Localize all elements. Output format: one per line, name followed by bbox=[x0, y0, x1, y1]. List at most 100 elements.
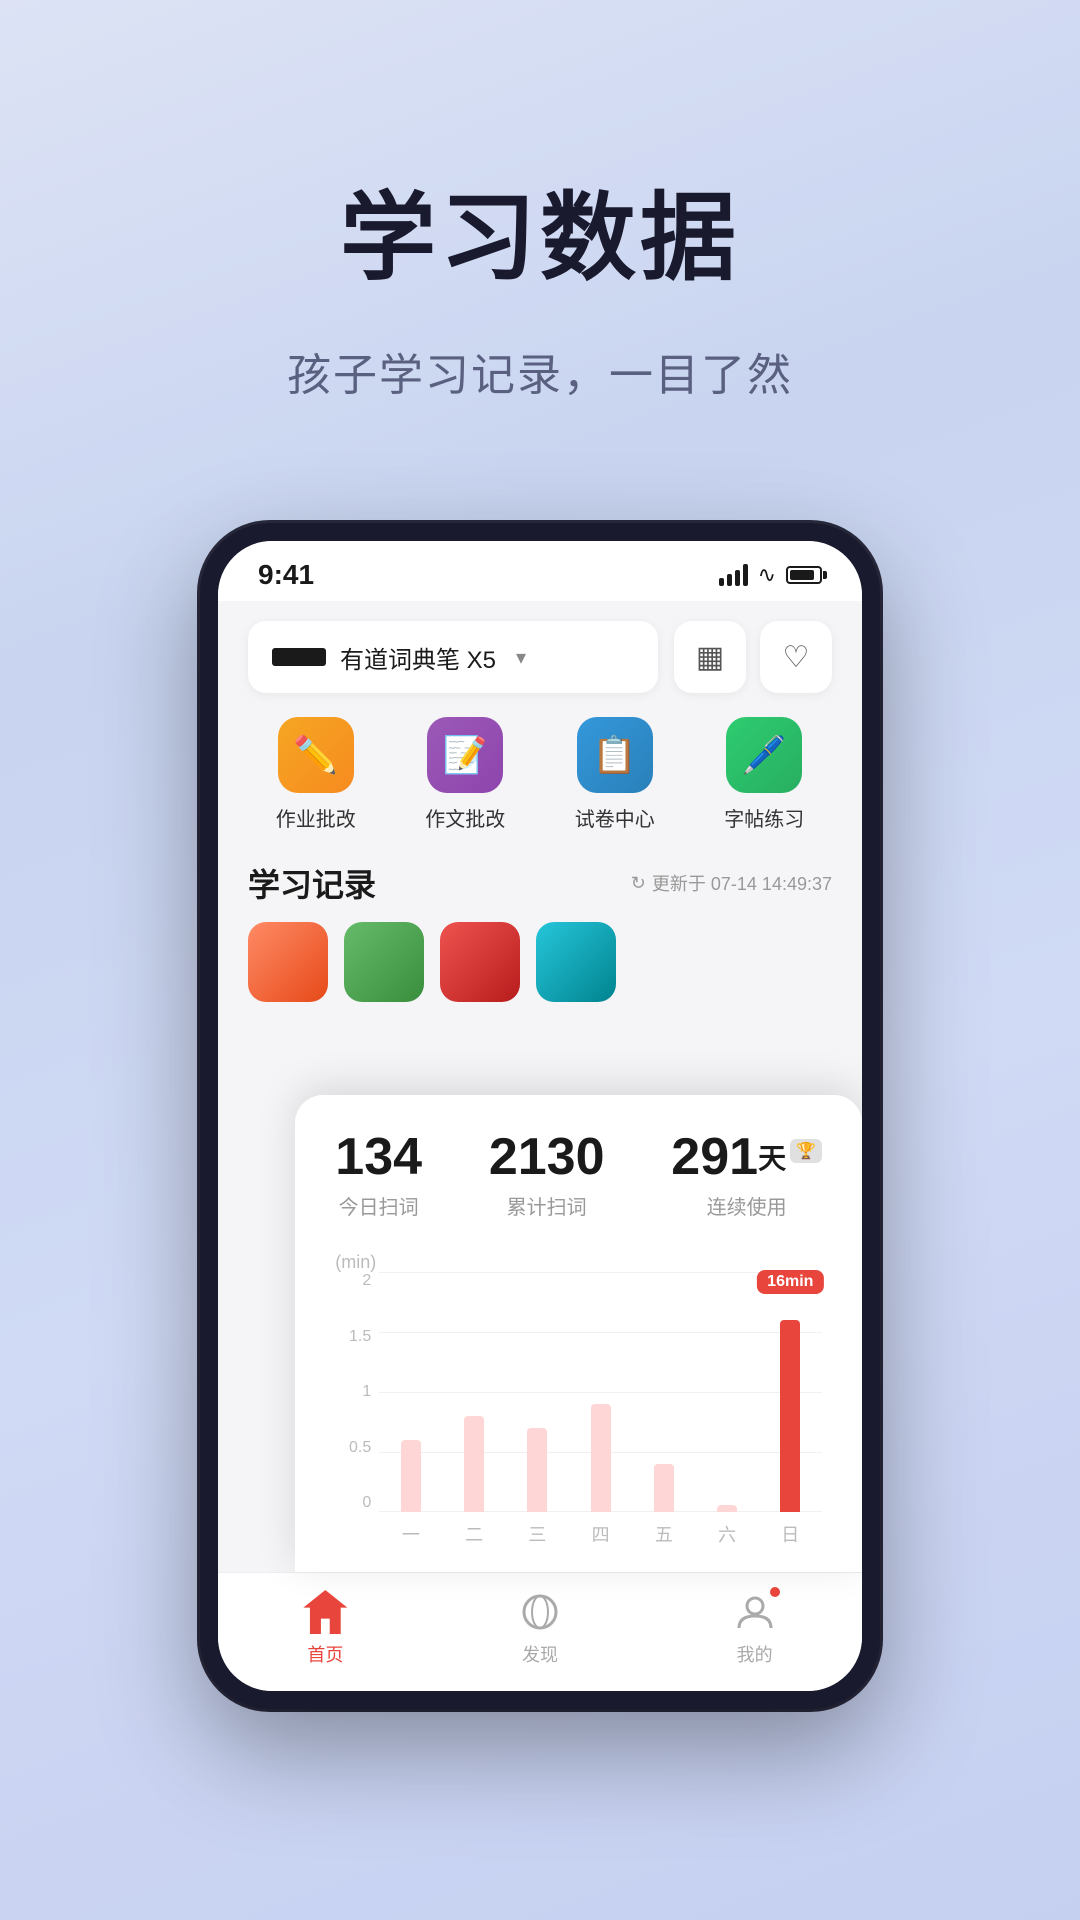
stats-numbers-row: 134 今日扫词 2130 累计扫词 291 天 🏆 bbox=[335, 1131, 822, 1220]
app-row-icon-3[interactable] bbox=[440, 922, 520, 1002]
stats-card: 134 今日扫词 2130 累计扫词 291 天 🏆 bbox=[295, 1095, 862, 1572]
device-name-label: 有道词典笔 X5 bbox=[340, 640, 496, 675]
wifi-icon: ∿ bbox=[758, 562, 776, 588]
quick-item-exams[interactable]: 📋 试卷中心 bbox=[547, 717, 683, 832]
bar-fri bbox=[654, 1272, 674, 1512]
bar-tooltip: 16min bbox=[757, 1270, 823, 1294]
bar-thu bbox=[591, 1272, 611, 1512]
y-val-2: 2 bbox=[335, 1272, 371, 1290]
nav-discover-label: 发现 bbox=[522, 1641, 558, 1667]
study-record-title: 学习记录 bbox=[248, 860, 376, 906]
phone-screen: 9:41 ∿ bbox=[218, 541, 862, 1691]
streak-unit: 天 bbox=[758, 1137, 786, 1177]
stat-streak: 291 天 🏆 连续使用 bbox=[671, 1131, 822, 1220]
exams-icon: 📋 bbox=[577, 717, 653, 793]
x-label-thu: 四 bbox=[592, 1521, 610, 1547]
essay-label: 作文批改 bbox=[425, 803, 505, 832]
today-words-label: 今日扫词 bbox=[339, 1191, 419, 1220]
notification-button[interactable]: ♡ bbox=[760, 621, 832, 693]
x-label-mon: 一 bbox=[402, 1521, 420, 1547]
x-label-fri: 五 bbox=[655, 1521, 673, 1547]
streak-label: 连续使用 bbox=[707, 1191, 787, 1220]
x-label-sun: 日 bbox=[781, 1521, 799, 1547]
action-buttons: ▦ ♡ bbox=[674, 621, 832, 693]
chevron-down-icon: ▾ bbox=[516, 645, 526, 670]
nav-home-icon bbox=[302, 1589, 348, 1635]
y-val-1: 1 bbox=[335, 1383, 371, 1401]
x-label-sat: 六 bbox=[718, 1521, 736, 1547]
nav-item-home[interactable]: 首页 bbox=[302, 1589, 348, 1667]
y-val-05: 0.5 bbox=[335, 1439, 371, 1457]
app-row-icon-4[interactable] bbox=[536, 922, 616, 1002]
quick-access-grid: ✏️ 作业批改 📝 作文批改 📋 试卷中心 🖊️ 字帖练习 bbox=[248, 717, 832, 832]
app-icon-row bbox=[248, 922, 832, 1012]
quick-item-homework[interactable]: ✏️ 作业批改 bbox=[248, 717, 384, 832]
scan-button[interactable]: ▦ bbox=[674, 621, 746, 693]
stat-today-words: 134 今日扫词 bbox=[335, 1131, 422, 1220]
bar-mon bbox=[401, 1272, 421, 1512]
bar-tue bbox=[464, 1272, 484, 1512]
app-row-icon-1[interactable] bbox=[248, 922, 328, 1002]
chart-x-labels: 一 二 三 四 五 六 日 bbox=[379, 1516, 822, 1552]
status-bar: 9:41 ∿ bbox=[218, 541, 862, 601]
device-selector-button[interactable]: 有道词典笔 X5 ▾ bbox=[248, 621, 658, 693]
usage-chart: (min) 2 1.5 1 0.5 0 bbox=[335, 1252, 822, 1552]
device-selector-row[interactable]: 有道词典笔 X5 ▾ ▦ ♡ bbox=[248, 621, 832, 693]
total-words-value: 2130 bbox=[489, 1131, 605, 1183]
homework-label: 作业批改 bbox=[276, 803, 356, 832]
app-row-icon-2[interactable] bbox=[344, 922, 424, 1002]
update-timestamp: ↻ 更新于 07-14 14:49:37 bbox=[631, 870, 832, 896]
quick-item-essay[interactable]: 📝 作文批改 bbox=[398, 717, 534, 832]
homework-icon: ✏️ bbox=[278, 717, 354, 793]
battery-icon bbox=[786, 566, 822, 584]
x-label-tue: 二 bbox=[465, 1521, 483, 1547]
bar-sun: 16min bbox=[780, 1272, 800, 1512]
bar-sun-fill bbox=[780, 1320, 800, 1512]
streak-badge: 🏆 bbox=[790, 1139, 822, 1163]
chart-bars-area: 16min bbox=[379, 1272, 822, 1512]
calligraphy-label: 字帖练习 bbox=[724, 803, 804, 832]
streak-value: 291 bbox=[671, 1131, 758, 1183]
y-val-15: 1.5 bbox=[335, 1328, 371, 1346]
phone-mockup: 9:41 ∿ bbox=[180, 523, 900, 1709]
stat-total-words: 2130 累计扫词 bbox=[489, 1131, 605, 1220]
bar-sat-fill bbox=[717, 1505, 737, 1512]
phone-frame: 9:41 ∿ bbox=[200, 523, 880, 1709]
bell-icon: ♡ bbox=[783, 640, 810, 675]
bar-tue-fill bbox=[464, 1416, 484, 1512]
discover-svg-icon bbox=[518, 1590, 562, 1634]
bar-thu-fill bbox=[591, 1404, 611, 1512]
signal-icon bbox=[719, 564, 748, 586]
bar-wed bbox=[527, 1272, 547, 1512]
device-device-icon bbox=[272, 648, 326, 666]
nav-profile-icon bbox=[732, 1589, 778, 1635]
bar-wed-fill bbox=[527, 1428, 547, 1512]
today-words-value: 134 bbox=[335, 1131, 422, 1183]
bottom-navigation: 首页 发现 bbox=[218, 1572, 862, 1691]
nav-item-profile[interactable]: 我的 bbox=[732, 1589, 778, 1667]
quick-item-calligraphy[interactable]: 🖊️ 字帖练习 bbox=[697, 717, 833, 832]
status-icons: ∿ bbox=[719, 562, 822, 588]
nav-discover-icon bbox=[517, 1589, 563, 1635]
status-time: 9:41 bbox=[258, 559, 314, 591]
calligraphy-icon: 🖊️ bbox=[726, 717, 802, 793]
total-words-label: 累计扫词 bbox=[507, 1191, 587, 1220]
stats-card-container: 134 今日扫词 2130 累计扫词 291 天 🏆 bbox=[218, 1032, 862, 1572]
page-subtitle: 孩子学习记录，一目了然 bbox=[287, 339, 793, 403]
bar-sat bbox=[717, 1272, 737, 1512]
bars-row: 16min bbox=[379, 1272, 822, 1512]
bar-mon-fill bbox=[401, 1440, 421, 1512]
profile-svg-icon bbox=[733, 1590, 777, 1634]
chart-y-values: 2 1.5 1 0.5 0 bbox=[335, 1272, 371, 1512]
chart-y-axis-label: (min) bbox=[335, 1252, 376, 1273]
essay-icon: 📝 bbox=[427, 717, 503, 793]
nav-profile-label: 我的 bbox=[737, 1641, 773, 1667]
nav-home-label: 首页 bbox=[307, 1641, 343, 1667]
app-content: 有道词典笔 X5 ▾ ▦ ♡ ✏️ bbox=[218, 601, 862, 1032]
home-shape-icon bbox=[303, 1590, 347, 1634]
nav-item-discover[interactable]: 发现 bbox=[517, 1589, 563, 1667]
streak-value-row: 291 天 🏆 bbox=[671, 1131, 822, 1183]
exams-label: 试卷中心 bbox=[575, 803, 655, 832]
x-label-wed: 三 bbox=[528, 1521, 546, 1547]
scan-icon: ▦ bbox=[696, 640, 724, 675]
